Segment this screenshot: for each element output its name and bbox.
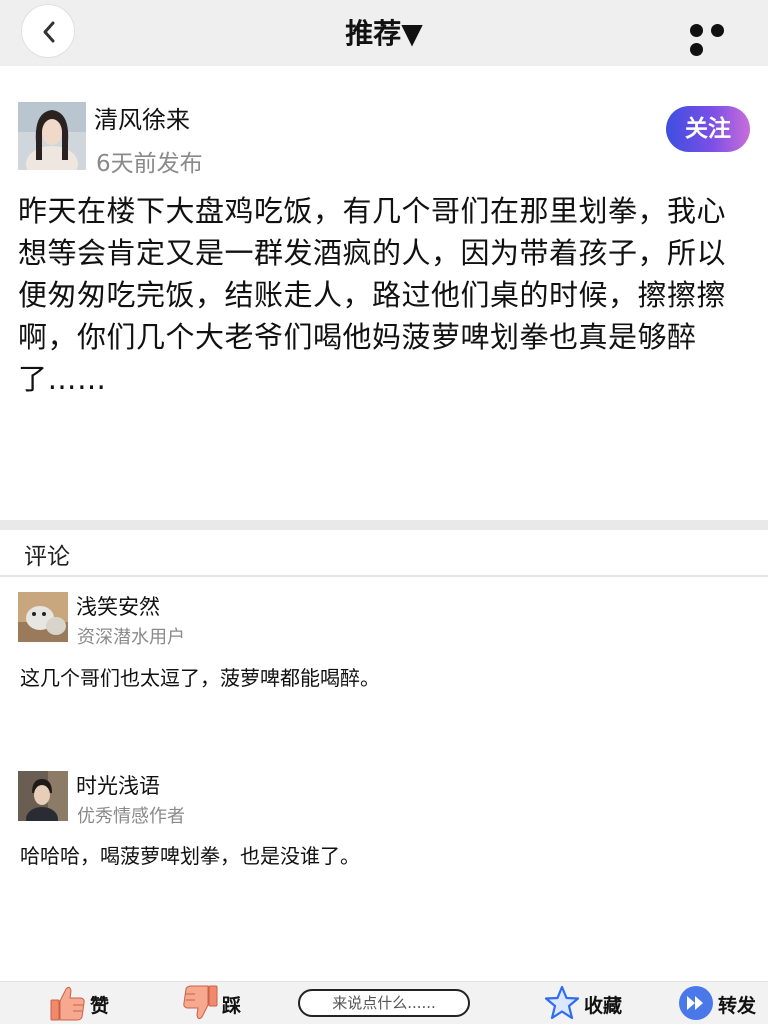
post-time: 6天前发布 xyxy=(96,151,203,177)
thumbs-down-icon xyxy=(183,985,218,1020)
user-avatar-icon xyxy=(18,771,68,821)
favorite-button[interactable]: 收藏 xyxy=(544,982,630,1024)
post-content: 昨天在楼下大盘鸡吃饭，有几个哥们在那里划拳，我心想等会肯定又是一群发酒疯的人，因… xyxy=(18,194,727,396)
more-dot xyxy=(690,43,703,56)
thumbs-up-icon xyxy=(50,986,85,1021)
more-dot xyxy=(711,24,724,37)
comments-divider xyxy=(0,575,768,577)
star-icon xyxy=(544,985,580,1020)
bottom-action-bar: 赞 踩 来说点什么...... 收藏 转发 xyxy=(0,981,768,1024)
author-avatar[interactable] xyxy=(18,102,86,170)
commenter-name[interactable]: 浅笑安然 xyxy=(76,591,160,621)
feed-selector[interactable]: 推荐▼ xyxy=(0,12,768,52)
user-avatar-icon xyxy=(18,592,68,642)
section-divider xyxy=(0,520,768,530)
comment-input[interactable]: 来说点什么...... xyxy=(298,989,470,1017)
follow-button[interactable]: 关注 xyxy=(666,106,750,152)
commenter-avatar[interactable] xyxy=(18,771,68,821)
more-dot xyxy=(690,24,703,37)
user-avatar-icon xyxy=(18,102,86,170)
comments-heading: 评论 xyxy=(24,544,70,570)
top-nav-bar: 推荐▼ xyxy=(0,0,768,66)
post-detail-page: 推荐▼ 清风徐来 6天前发布 关注 昨天在楼下大盘鸡吃饭，有几个哥们在那里划拳，… xyxy=(0,0,768,1024)
like-label: 赞 xyxy=(90,995,110,1017)
like-button[interactable]: 赞 xyxy=(46,982,116,1024)
commenter-role: 资深潜水用户 xyxy=(77,627,185,648)
commenter-role: 优秀情感作者 xyxy=(77,806,185,827)
comment-text: 哈哈哈，喝菠萝啤划拳，也是没谁了。 xyxy=(20,844,360,868)
forward-icon xyxy=(679,986,713,1020)
dislike-button[interactable]: 踩 xyxy=(180,982,250,1024)
favorite-label: 收藏 xyxy=(584,995,623,1017)
share-button[interactable]: 转发 xyxy=(678,982,762,1024)
comment-text: 这几个哥们也太逗了，菠萝啤都能喝醉。 xyxy=(20,666,380,690)
share-label: 转发 xyxy=(718,995,757,1017)
commenter-avatar[interactable] xyxy=(18,592,68,642)
dislike-label: 踩 xyxy=(222,995,242,1017)
more-button[interactable] xyxy=(690,22,752,56)
commenter-name[interactable]: 时光浅语 xyxy=(76,770,160,800)
author-name[interactable]: 清风徐来 xyxy=(94,100,190,135)
